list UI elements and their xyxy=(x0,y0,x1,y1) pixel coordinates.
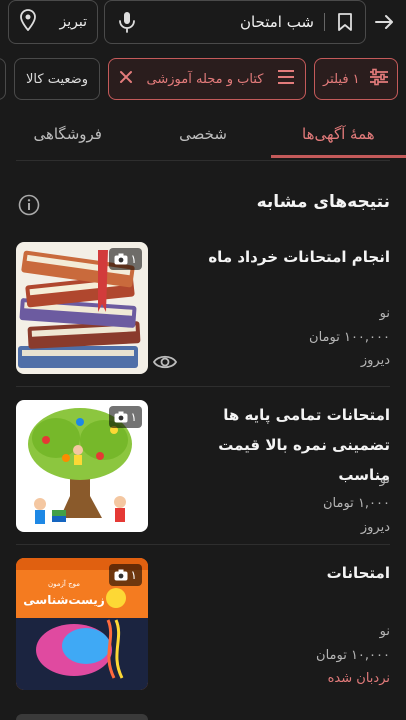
listing-card[interactable]: امتحانات تمامی پایه ها تضمینی نمره بالا … xyxy=(0,400,406,558)
filter-button[interactable]: ۱ فیلتر xyxy=(314,58,398,100)
category-label: کتاب و مجله آموزشی xyxy=(146,71,264,87)
listing-time: دیروز xyxy=(360,520,390,535)
info-icon[interactable] xyxy=(18,194,40,216)
listing-title[interactable]: امتحانات تمامی پایه ها تضمینی نمره بالا … xyxy=(170,400,390,490)
camera-icon xyxy=(114,253,128,265)
close-icon[interactable] xyxy=(119,70,133,88)
eye-icon xyxy=(152,349,178,375)
tabs-divider xyxy=(16,160,390,161)
book-cover-title: زیست‌شناسی xyxy=(23,593,105,607)
listing-price: ۱,۰۰۰ تومان xyxy=(323,496,390,511)
listing-time: دیروز xyxy=(360,353,390,368)
category-chip[interactable]: کتاب و مجله آموزشی xyxy=(108,58,306,100)
photo-count-badge: ۱ xyxy=(108,564,142,586)
filter-chips: ۱ فیلتر کتاب و مجله آموزشی وضعیت کالا xyxy=(0,56,406,102)
microphone-icon[interactable] xyxy=(115,10,139,34)
location-pin-icon xyxy=(19,9,37,35)
book-cover-top-text: موج آزمون xyxy=(48,579,80,588)
listing-time: نردبان شده xyxy=(327,671,390,686)
section-title: نتیجه‌های مشابه xyxy=(256,192,390,212)
top-bar: شب امتحان تبریز xyxy=(0,0,406,50)
status-chip[interactable]: وضعیت کالا xyxy=(14,58,100,100)
city-label: تبریز xyxy=(59,14,87,30)
tab-bar: همهٔ آگهی‌ها شخصی فروشگاهی xyxy=(0,110,406,158)
photo-count: ۱ xyxy=(130,568,137,582)
listing-divider xyxy=(16,386,390,387)
listing-price: ۱۰۰,۰۰۰ تومان xyxy=(309,330,390,345)
listing-title[interactable]: انجام امتحانات خرداد ماه xyxy=(170,242,390,272)
bookmark-icon[interactable] xyxy=(335,12,355,32)
list-icon xyxy=(277,69,295,89)
camera-icon xyxy=(114,411,128,423)
back-arrow-icon[interactable] xyxy=(370,8,398,36)
camera-icon xyxy=(114,569,128,581)
photo-count-badge: ۱ xyxy=(108,248,142,270)
photo-count: ۱ xyxy=(130,252,137,266)
next-listing-image xyxy=(16,714,148,720)
listing-image[interactable]: ۱ xyxy=(16,400,148,532)
listing-condition: نو xyxy=(379,472,390,487)
photo-count: ۱ xyxy=(130,410,137,424)
more-chip[interactable] xyxy=(0,58,6,100)
listing-price: ۱۰,۰۰۰ تومان xyxy=(316,648,390,663)
photo-count-badge: ۱ xyxy=(108,406,142,428)
status-label: وضعیت کالا xyxy=(26,71,88,87)
listing-image[interactable]: موج آزمون زیست‌شناسی ۱ xyxy=(16,558,148,690)
tab-shop[interactable]: فروشگاهی xyxy=(0,110,135,158)
filter-count-label: ۱ فیلتر xyxy=(323,71,360,87)
search-input[interactable]: شب امتحان xyxy=(104,0,366,44)
listing-image[interactable]: ۱ xyxy=(16,242,148,374)
city-selector[interactable]: تبریز xyxy=(8,0,98,44)
listing-card[interactable]: انجام امتحانات خرداد ماه نو ۱۰۰,۰۰۰ توما… xyxy=(0,242,406,400)
tab-personal[interactable]: شخصی xyxy=(135,110,270,158)
search-query: شب امتحان xyxy=(239,13,314,31)
listing-card[interactable]: امتحانات نو ۱۰,۰۰۰ تومان نردبان شده موج … xyxy=(0,558,406,716)
listing-title[interactable]: امتحانات xyxy=(170,558,390,588)
listing-condition: نو xyxy=(379,624,390,639)
listing-divider xyxy=(16,544,390,545)
tab-all-ads[interactable]: همهٔ آگهی‌ها xyxy=(270,110,406,158)
sliders-icon xyxy=(369,68,389,90)
search-separator xyxy=(324,13,325,31)
listing-condition: نو xyxy=(379,306,390,321)
